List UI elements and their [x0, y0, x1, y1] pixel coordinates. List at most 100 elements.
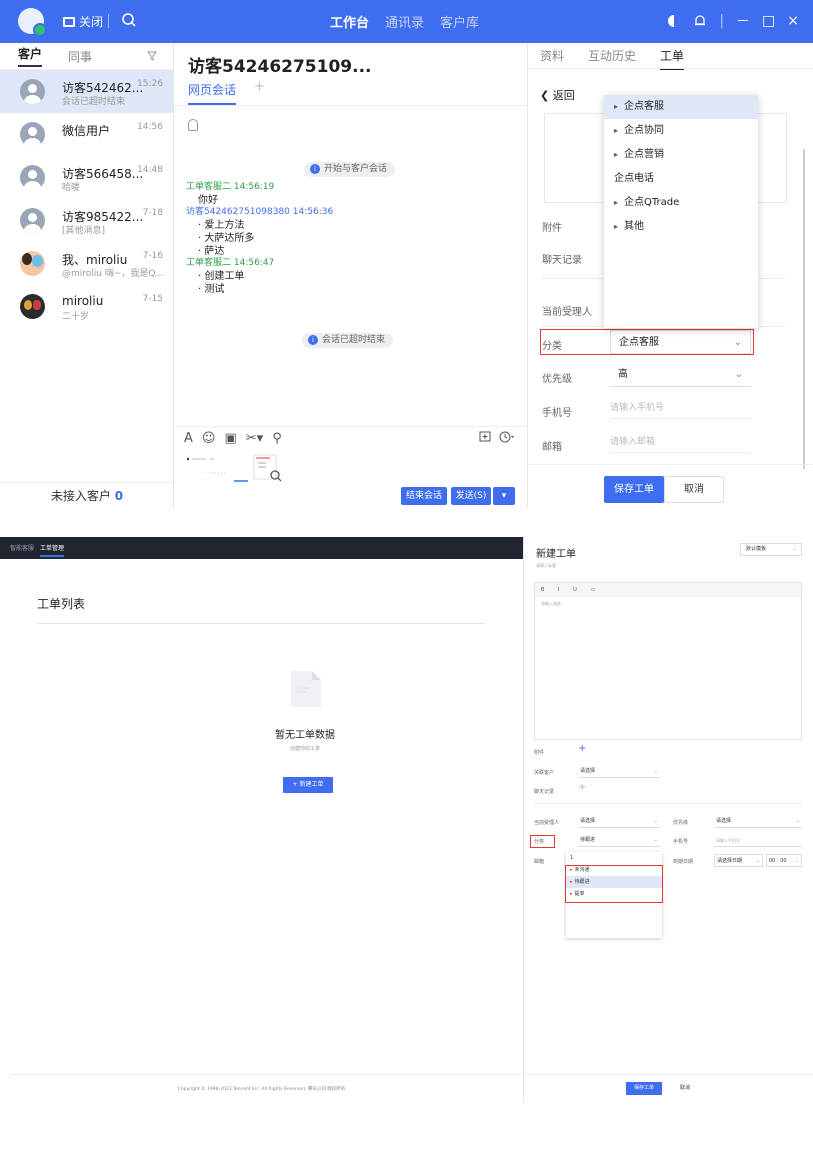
tab-interaction-history[interactable]: 互动历史	[588, 47, 636, 70]
session-start-notice: 开始与客户会话	[304, 162, 396, 177]
assignee-select[interactable]: 请选择 ⌄	[578, 815, 660, 828]
priority-select[interactable]: 请选择 ⌄	[714, 815, 802, 828]
assignee-label: 当前受理人	[542, 307, 592, 318]
minimize-button[interactable]: －	[736, 11, 750, 31]
category-select[interactable]: 待跟进 ⌄	[578, 834, 660, 847]
title-input[interactable]: 请输入标题	[536, 563, 556, 569]
priority-label: 优先级	[673, 820, 689, 826]
page-title: 工单列表	[37, 597, 86, 611]
phone-input[interactable]: 请输入手机号	[714, 834, 802, 847]
conversation-item[interactable]: 微信用户 14:56	[0, 113, 173, 156]
description-editor[interactable]: B I U ▭ 请输入描述	[534, 582, 802, 740]
conversation-item[interactable]: 访客566458... 14:48 哈喽	[0, 156, 173, 199]
history-clock-icon[interactable]	[499, 431, 515, 443]
emoji-icon[interactable]: ☺	[202, 431, 216, 446]
add-attachment-icon[interactable]: +	[578, 743, 586, 754]
due-date-select[interactable]: 请选择日期 ⌄	[714, 854, 763, 867]
tab-colleagues[interactable]: 同事	[68, 48, 92, 65]
cancel-button[interactable]: 取消	[664, 476, 724, 503]
bell-icon[interactable]	[693, 14, 707, 28]
filter-icon[interactable]	[147, 51, 157, 61]
window-close-button[interactable]: ×	[787, 13, 799, 29]
email-label: 邮箱	[534, 859, 545, 865]
send-options-button[interactable]: ▾	[493, 487, 515, 505]
image-icon[interactable]: ▣	[224, 431, 236, 446]
due-date-label: 到期日期	[673, 859, 694, 865]
phone-input[interactable]: 请输入手机号	[610, 397, 751, 419]
chevron-down-icon: ⌄	[794, 858, 799, 864]
dropdown-option[interactable]: 企点电话	[604, 167, 758, 191]
send-button[interactable]: 发送(S)	[451, 487, 491, 505]
search-icon[interactable]	[120, 11, 138, 29]
save-ticket-button[interactable]: 保存工单	[604, 476, 664, 503]
priority-value: 高	[618, 369, 628, 380]
priority-select[interactable]: 高 ⌄	[610, 363, 751, 387]
screenshot-icon[interactable]: ✂▾	[246, 431, 263, 446]
divider	[528, 68, 813, 69]
add-tab-button[interactable]: +	[254, 79, 265, 94]
save-ticket-button[interactable]: 保存工单	[626, 1082, 662, 1095]
back-button[interactable]: ❮ 返回	[540, 87, 575, 103]
maximize-button[interactable]: □	[762, 13, 775, 29]
close-label: 关闭	[79, 15, 104, 29]
status-icon[interactable]	[667, 14, 681, 28]
conversation-item[interactable]: 我、miroliu 7-16 @miroliu 嗨~，我是Q...	[0, 242, 173, 285]
template-select[interactable]: 默认模板 ⌄	[740, 543, 802, 556]
divider	[108, 14, 109, 28]
customer-select[interactable]: 请选择 ⌄	[578, 765, 660, 778]
conversation-time: 14:48	[137, 165, 163, 175]
chevron-down-icon: ⌄	[653, 837, 658, 843]
dropdown-option[interactable]: 企点QTrade	[604, 191, 758, 215]
notification-icon[interactable]	[188, 119, 198, 131]
tab-customers[interactable]: 客户	[18, 45, 43, 67]
conversation-item[interactable]: miroliu 7-15 二十岁	[0, 285, 173, 328]
tab-ticket[interactable]: 工单	[660, 47, 685, 70]
tab-contacts[interactable]: 通讯录	[385, 12, 424, 31]
divider	[523, 537, 524, 1102]
category-label: 分类	[534, 839, 545, 845]
conversation-name: miroliu	[62, 294, 104, 308]
chevron-down-icon: ⌄	[755, 858, 760, 864]
scrollbar[interactable]	[803, 149, 805, 469]
dropdown-option[interactable]: 1	[566, 852, 662, 864]
conversation-time: 7-15	[142, 294, 163, 304]
email-input[interactable]: 请输入邮箱	[610, 431, 751, 453]
editor-toolbar[interactable]: B I U ▭	[535, 583, 801, 597]
dropdown-option[interactable]: 企点客服	[604, 95, 758, 119]
nav-ticket-management[interactable]: 工单管理	[40, 543, 65, 557]
screenshot-thumbnail[interactable]	[186, 453, 286, 483]
tab-customer-db[interactable]: 客户库	[440, 12, 479, 31]
conversation-tabs: 客户 同事	[0, 43, 173, 70]
conversation-list: 客户 同事 访客542462... 15:26 会话已超时结束 微信用户 14:56 访客…	[0, 43, 174, 508]
unaccepted-customers[interactable]: 未接入客户 0	[0, 482, 174, 508]
user-avatar[interactable]	[18, 8, 47, 37]
end-session-button[interactable]: 结束会话	[401, 487, 447, 505]
dropdown-option[interactable]: 企点协同	[604, 119, 758, 143]
quick-reply-icon[interactable]	[479, 431, 491, 443]
category-select[interactable]: 企点客服 ⌄	[610, 330, 751, 354]
phone-label: 手机号	[673, 839, 689, 845]
assignee-value: 请选择	[580, 818, 596, 824]
desktop-client-screenshot: 关闭 工作台 通讯录 客户库 | － □ × 客户 同事 访客542462...…	[0, 0, 813, 508]
due-time-select[interactable]: 00 : 00 ⌄	[766, 854, 802, 867]
window-controls: | － □ ×	[667, 11, 799, 31]
conversation-time: 7-18	[142, 208, 163, 218]
cancel-button[interactable]: 取消	[670, 1082, 700, 1095]
conversation-item[interactable]: 访客985422... 7-18 [其他消息]	[0, 199, 173, 242]
priority-value: 请选择	[716, 818, 732, 824]
close-button[interactable]: 关闭	[63, 13, 103, 30]
divider: |	[719, 13, 725, 29]
dropdown-option[interactable]: 企点营销	[604, 143, 758, 167]
tab-workbench[interactable]: 工作台	[330, 12, 369, 31]
tab-profile[interactable]: 资料	[540, 47, 564, 70]
chat-record-label: 聊天记录	[542, 255, 582, 266]
conversation-item[interactable]: 访客542462... 15:26 会话已超时结束	[0, 70, 173, 113]
add-chat-record-icon[interactable]: +	[578, 782, 586, 793]
new-ticket-button[interactable]: + 新建工单	[283, 777, 333, 793]
dropdown-option[interactable]: 其他	[604, 215, 758, 239]
font-icon[interactable]: A	[184, 431, 193, 446]
tab-web-session[interactable]: 网页会话	[188, 81, 237, 105]
transfer-user-icon[interactable]: ⚲	[272, 431, 282, 446]
attachment-label: 附件	[534, 750, 545, 756]
nav-smart-service[interactable]: 智能客服	[10, 543, 34, 552]
